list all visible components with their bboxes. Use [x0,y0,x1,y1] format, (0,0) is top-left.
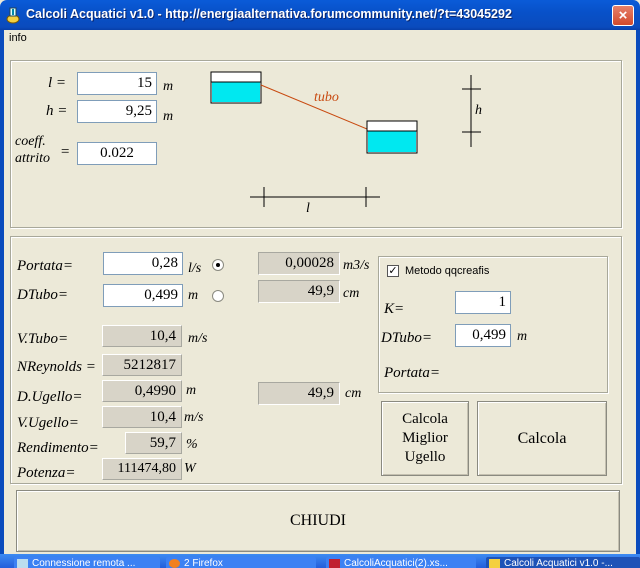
dugello-unit: m [186,383,197,398]
portata-radio[interactable] [212,259,224,271]
vugello-value: 10,4 [102,406,182,428]
taskbar-item-excel-label: CalcoliAcquatici(2).xs... [344,558,448,568]
window-title: Calcoli Acquatici v1.0 - http://energiaa… [26,7,512,21]
taskbar-item-calcoli-label: Calcoli Acquatici v1.0 -... [504,558,613,568]
method-checkbox[interactable]: ✓ [387,265,399,277]
rendimento-unit: % [186,437,198,452]
dtubo-radio[interactable] [212,290,224,302]
method-dtubo-label: DTubo= [381,330,432,346]
coeff-input[interactable]: 0.022 [77,142,157,165]
k-label: K= [384,301,405,317]
close-button[interactable]: × [612,5,634,26]
coeff-equals: = [60,144,71,160]
vtubo-unit: m/s [188,331,208,346]
window-frame-right [636,30,640,554]
app-icon [6,7,20,24]
vtubo-label: V.Tubo= [17,331,69,347]
rendimento-value: 59,7 [125,432,182,454]
k-input[interactable]: 1 [455,291,511,314]
l-unit: m [163,79,174,94]
h-input[interactable]: 9,25 [77,100,157,123]
taskbar-item-firefox-label: 2 Firefox [184,558,223,568]
method-dtubo-input[interactable]: 0,499 [455,324,511,347]
h-label: h = [46,103,68,119]
menu-info[interactable]: info [9,32,27,44]
portata-unit: l/s [188,261,202,276]
taskbar-item-excel[interactable]: CalcoliAcquatici(2).xs... [326,557,476,568]
h-unit: m [163,109,174,124]
portata-m3s-unit: m3/s [343,258,370,273]
window-frame-left [0,30,4,554]
dugello-value: 0,4990 [102,380,182,402]
lower-tank-water [368,131,416,152]
vugello-label: V.Ugello= [17,415,79,431]
potenza-unit: W [184,461,196,476]
calcola-label: Calcola [517,429,567,447]
calcola-miglior-ugello-button[interactable]: Calcola Miglior Ugello [381,401,469,476]
taskbar-item-calcoli[interactable]: Calcoli Acquatici v1.0 -... [486,557,640,568]
chiudi-label: CHIUDI [290,512,346,529]
dtubo-cm-unit: cm [343,286,360,301]
coeff-label-line2: attrito [15,151,51,166]
l-dimension-label: l [306,201,310,216]
method-portata-label: Portata= [384,365,440,381]
miglior-line2: Miglior [402,430,448,446]
taskbar-item-connessione-label: Connessione remota ... [32,558,136,568]
coeff-label-line1: coeff. [15,134,46,149]
calcola-button[interactable]: Calcola [477,401,607,476]
dtubo-label: DTubo= [17,287,68,303]
dtubo-unit: m [188,288,199,303]
l-input[interactable]: 15 [77,72,157,95]
nreynolds-value: 5212817 [102,354,182,376]
miglior-line1: Calcola [402,411,448,427]
portata-input[interactable]: 0,28 [103,252,183,275]
nreynolds-label: NReynolds = [17,359,96,375]
dtubo-cm-value: 49,9 [258,280,340,303]
document-icon [329,559,340,568]
upper-tank-water [212,82,260,102]
potenza-label: Potenza= [17,465,76,481]
h-dimension-label: h [475,103,482,118]
tubo-label: tubo [314,90,339,105]
pipe-diagram [210,71,481,207]
chiudi-button[interactable]: CHIUDI [16,490,620,552]
menu-bar: info [4,30,636,48]
rendimento-label: Rendimento= [17,440,99,456]
miglior-line3: Ugello [404,449,446,465]
title-bar: Calcoli Acquatici v1.0 - http://energiaa… [0,0,640,30]
method-checkbox-label: Metodo qqcreafis [405,265,490,277]
portata-m3s-value: 0,00028 [258,252,340,275]
method-dtubo-unit: m [517,329,528,344]
firefox-icon [169,559,180,568]
l-label: l = [48,75,67,91]
app-icon-small [489,559,500,568]
vtubo-value: 10,4 [102,325,182,347]
dtubo-input[interactable]: 0,499 [103,284,183,307]
dugello-label: D.Ugello= [17,389,83,405]
dugello-cm-unit: cm [345,386,362,401]
taskbar-item-firefox[interactable]: 2 Firefox [166,557,316,568]
dugello-cm-value: 49,9 [258,382,340,405]
vugello-unit: m/s [184,410,204,425]
potenza-value: 111474,80 [102,458,182,480]
network-icon [17,559,28,568]
taskbar-item-connessione[interactable]: Connessione remota ... [14,557,160,568]
portata-label: Portata= [17,258,73,274]
